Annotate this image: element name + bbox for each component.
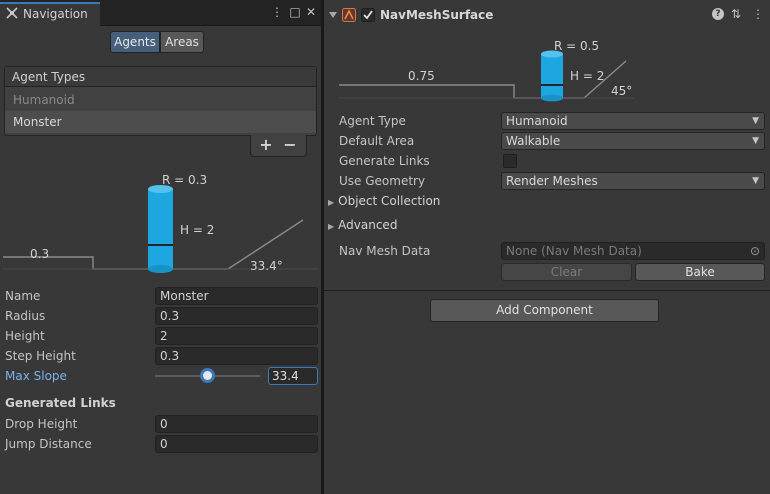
height-label: Height — [5, 329, 45, 343]
default-area-label: Default Area — [339, 134, 415, 148]
nav-mesh-data-field[interactable]: None (Nav Mesh Data) ⊙ — [501, 242, 765, 260]
navigation-window-icon — [6, 7, 18, 19]
max-slope-slider-knob[interactable] — [200, 368, 215, 383]
name-label: Name — [5, 289, 41, 303]
surface-diagram-height-label: H = 2 — [570, 69, 604, 83]
navmesh-surface-icon — [342, 8, 356, 22]
object-collection-foldout[interactable]: ▶ Object Collection — [328, 192, 440, 210]
add-agent-button[interactable]: + — [255, 135, 277, 155]
jump-distance-field[interactable]: 0 — [155, 435, 318, 453]
diagram-slope-label: 33.4° — [250, 259, 283, 273]
generate-links-label: Generate Links — [339, 154, 430, 168]
agent-type-monster[interactable]: Monster — [5, 111, 316, 133]
presets-icon[interactable]: ⇅ — [731, 7, 741, 21]
name-field[interactable]: Monster — [155, 287, 318, 305]
use-geometry-dropdown[interactable]: Render Meshes ▼ — [501, 172, 765, 190]
clear-button[interactable]: Clear — [501, 263, 632, 281]
radius-field[interactable]: 0.3 — [155, 307, 318, 325]
more-menu-icon[interactable]: ⋮ — [752, 7, 764, 21]
generated-links-heading: Generated Links — [5, 396, 116, 410]
surface-diagram-slope-label: 45° — [611, 84, 632, 98]
agent-cylinder — [148, 189, 173, 269]
component-title: NavMeshSurface — [380, 8, 494, 22]
surface-agent-diagram: R = 0.5 H = 2 0.75 45° — [339, 39, 634, 102]
generate-links-checkbox[interactable] — [503, 154, 517, 168]
diagram-height-label: H = 2 — [180, 223, 214, 237]
jump-distance-label: Jump Distance — [5, 437, 92, 451]
drop-height-field[interactable]: 0 — [155, 415, 318, 433]
enabled-checkbox-icon[interactable] — [361, 8, 375, 22]
agent-cylinder-bottom — [148, 265, 173, 273]
agent-type-humanoid[interactable]: Humanoid — [5, 89, 316, 111]
step-height-field[interactable]: 0.3 — [155, 347, 318, 365]
default-area-dropdown[interactable]: Walkable ▼ — [501, 132, 765, 150]
window-tab-bar: Navigation ⋮ □ ✕ — [0, 0, 321, 26]
close-icon[interactable]: ✕ — [304, 5, 318, 19]
chevron-down-icon: ▼ — [752, 136, 759, 146]
surface-agent-cylinder — [541, 54, 563, 98]
chevron-down-icon: ▼ — [752, 176, 759, 186]
max-slope-field[interactable]: 33.4 — [268, 367, 318, 385]
surface-agent-cylinder-bottom — [541, 94, 563, 102]
nav-mesh-data-label: Nav Mesh Data — [339, 244, 431, 258]
section-divider — [324, 290, 770, 291]
nav-mesh-data-value: None (Nav Mesh Data) — [506, 244, 642, 258]
help-icon[interactable]: ? — [712, 8, 724, 20]
advanced-foldout[interactable]: ▶ Advanced — [328, 216, 397, 234]
navigation-tab-title: Navigation — [23, 7, 88, 21]
object-picker-icon[interactable]: ⊙ — [750, 243, 760, 259]
default-area-value: Walkable — [506, 134, 561, 148]
foldout-arrow-icon: ▶ — [328, 222, 335, 231]
bake-button[interactable]: Bake — [635, 263, 765, 281]
agent-types-list: Agent Types Humanoid Monster — [4, 66, 317, 136]
component-header[interactable]: NavMeshSurface ? ⇅ ⋮ — [324, 4, 770, 28]
advanced-label: Advanced — [338, 218, 398, 232]
surface-diagram-radius-label: R = 0.5 — [554, 39, 599, 53]
agent-types-header: Agent Types — [5, 67, 316, 87]
diagram-step-label: 0.3 — [30, 247, 49, 261]
radius-label: Radius — [5, 309, 46, 323]
foldout-arrow-icon: ▶ — [328, 198, 335, 207]
maximize-icon[interactable]: □ — [288, 5, 302, 19]
step-height-label: Step Height — [5, 349, 76, 363]
object-collection-label: Object Collection — [338, 194, 441, 208]
agent-type-value: Humanoid — [506, 114, 568, 128]
max-slope-label: Max Slope — [5, 369, 67, 383]
surface-diagram-step-label: 0.75 — [408, 69, 435, 83]
use-geometry-label: Use Geometry — [339, 174, 426, 188]
tab-areas[interactable]: Areas — [160, 31, 204, 53]
chevron-down-icon: ▼ — [752, 116, 759, 126]
drop-height-label: Drop Height — [5, 417, 78, 431]
agent-type-dropdown[interactable]: Humanoid ▼ — [501, 112, 765, 130]
tab-agents[interactable]: Agents — [110, 31, 160, 53]
navigation-window: Navigation ⋮ □ ✕ Agents Areas Agent Type… — [0, 0, 321, 494]
agent-type-label: Agent Type — [339, 114, 406, 128]
use-geometry-value: Render Meshes — [506, 174, 598, 188]
remove-agent-button[interactable]: − — [279, 135, 301, 155]
diagram-radius-label: R = 0.3 — [162, 173, 207, 187]
inspector-panel: NavMeshSurface ? ⇅ ⋮ R = 0.5 H = 2 0.75 … — [324, 0, 770, 494]
window-menu-icon[interactable]: ⋮ — [270, 5, 284, 19]
agent-diagram: R = 0.3 H = 2 0.3 33.4° — [3, 173, 318, 273]
fold-arrow-icon[interactable] — [328, 10, 338, 20]
add-component-button[interactable]: Add Component — [430, 299, 659, 322]
tab-navigation[interactable]: Navigation — [0, 2, 100, 26]
height-field[interactable]: 2 — [155, 327, 318, 345]
agent-list-footer: + − — [250, 135, 307, 157]
